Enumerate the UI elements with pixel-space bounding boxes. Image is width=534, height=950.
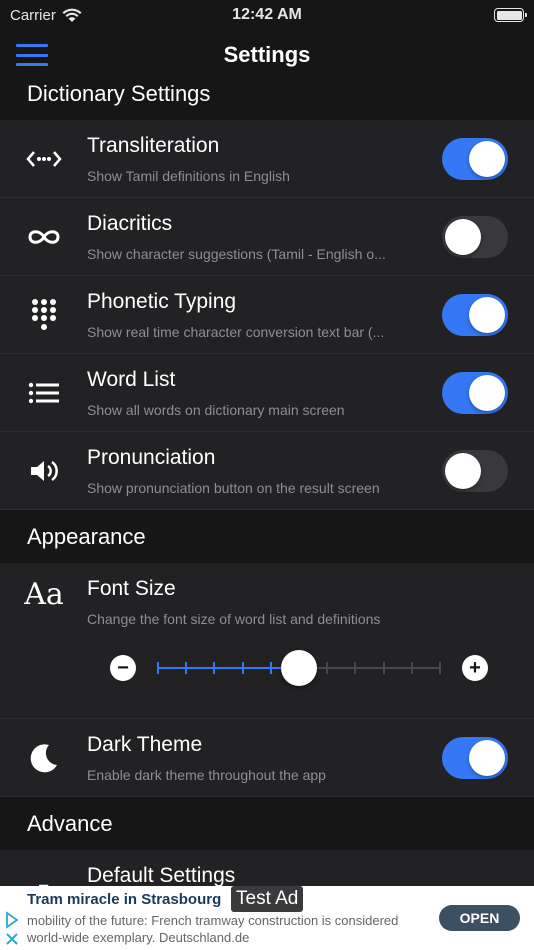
setting-row-diacritics[interactable]: Diacritics Show character suggestions (T… (0, 198, 534, 276)
setting-title: Diacritics (87, 212, 173, 235)
page-title: Settings (223, 42, 311, 67)
ad-text[interactable]: mobility of the future: French tramway c… (27, 912, 427, 946)
slider-tick (354, 662, 357, 674)
keypad-icon (22, 298, 66, 332)
status-bar: Carrier 12:42 AM (0, 0, 534, 30)
setting-subtitle: Show real time character conversion text… (87, 324, 385, 340)
slider-tick (326, 662, 329, 674)
setting-row-dark-theme[interactable]: Dark Theme Enable dark theme throughout … (0, 719, 534, 797)
setting-row-phonetic-typing[interactable]: Phonetic Typing Show real time character… (0, 276, 534, 354)
setting-subtitle: Show Tamil definitions in English (87, 168, 290, 184)
font-size-icon: Aa (24, 576, 64, 612)
increase-font-button[interactable]: + (462, 655, 488, 681)
setting-row-transliteration[interactable]: Transliteration Show Tamil definitions i… (0, 120, 534, 198)
setting-row-word-list[interactable]: Word List Show all words on dictionary m… (0, 354, 534, 432)
setting-title: Transliteration (87, 134, 220, 157)
slider-tick (185, 662, 188, 674)
slider-tick (269, 662, 272, 674)
section-header-dictionary: Dictionary Settings (0, 68, 534, 120)
setting-subtitle: Change the font size of word list and de… (87, 611, 381, 627)
slider-fill (158, 667, 299, 669)
setting-title: Default Settings (87, 864, 236, 887)
setting-title: Font Size (87, 577, 176, 600)
dark-theme-toggle[interactable] (442, 737, 508, 779)
slider-tick (382, 662, 385, 674)
setting-subtitle: Show character suggestions (Tamil - Engl… (87, 246, 386, 262)
speaker-icon (22, 454, 66, 488)
transliteration-toggle[interactable] (442, 138, 508, 180)
setting-subtitle: Show all words on dictionary main screen (87, 402, 345, 418)
ad-title[interactable]: Tram miracle in Strasbourg (27, 891, 221, 908)
menu-button[interactable] (16, 44, 48, 66)
slider-tick (213, 662, 216, 674)
moon-icon (22, 741, 66, 775)
ad-label: Test Ad (231, 886, 304, 912)
transliteration-icon (22, 142, 66, 176)
section-header-advance: Advance (0, 798, 534, 850)
setting-subtitle: Enable dark theme throughout the app (87, 767, 326, 783)
setting-row-font-size: Aa Font Size Change the font size of wor… (0, 563, 534, 719)
slider-tick (439, 662, 441, 674)
setting-title: Pronunciation (87, 446, 216, 469)
setting-row-pronunciation[interactable]: Pronunciation Show pronunciation button … (0, 432, 534, 510)
slider-tick (241, 662, 244, 674)
word-list-toggle[interactable] (442, 372, 508, 414)
carrier-label: Carrier (10, 6, 56, 24)
setting-subtitle: Show pronunciation button on the result … (87, 480, 380, 496)
setting-title: Word List (87, 368, 176, 391)
battery-icon (494, 8, 527, 22)
slider-tick (410, 662, 413, 674)
slider-thumb[interactable] (281, 650, 317, 686)
decrease-font-button[interactable]: − (110, 655, 136, 681)
status-left: Carrier (10, 7, 82, 24)
phonetic-typing-toggle[interactable] (442, 294, 508, 336)
section-header-appearance: Appearance (0, 511, 534, 563)
wifi-icon (62, 8, 82, 22)
ad-banner[interactable]: Tram miracle in Strasbourg mobility of t… (0, 886, 534, 950)
setting-title: Dark Theme (87, 733, 203, 756)
infinity-icon (22, 220, 66, 254)
pronunciation-toggle[interactable] (442, 450, 508, 492)
setting-title: Phonetic Typing (87, 290, 237, 313)
diacritics-toggle[interactable] (442, 216, 508, 258)
list-icon (22, 376, 66, 410)
font-size-slider[interactable]: − + (110, 650, 488, 687)
ad-open-button[interactable]: OPEN (439, 905, 520, 931)
slider-track[interactable] (157, 650, 441, 686)
hamburger-icon (16, 44, 48, 47)
slider-tick (157, 662, 159, 674)
ad-choices-icon[interactable] (4, 910, 20, 950)
